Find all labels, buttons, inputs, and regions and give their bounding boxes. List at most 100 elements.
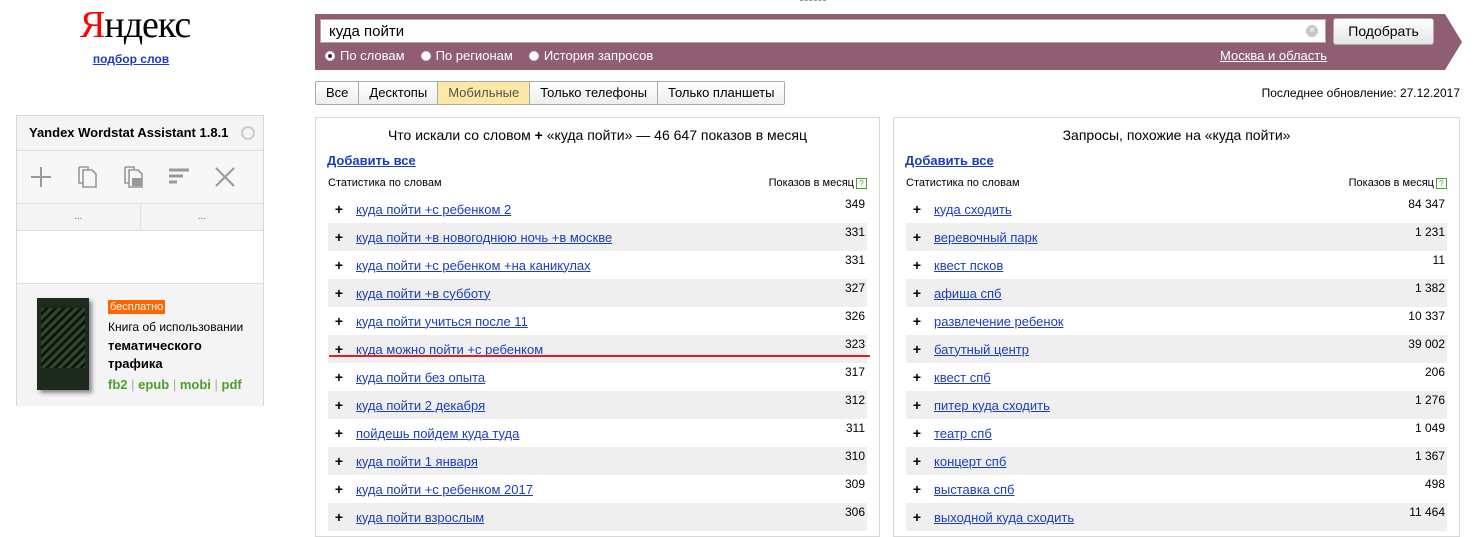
phrase-link[interactable]: куда пойти +с ребенком +на каникулах [356,258,591,273]
add-plus-icon[interactable]: + [910,509,924,525]
search-input[interactable] [320,19,1326,43]
impressions-count: 349 [844,197,865,211]
format-link-epub[interactable]: epub [138,377,169,392]
close-icon[interactable] [213,165,237,189]
add-plus-icon[interactable]: + [332,425,346,441]
phrase-link[interactable]: афиша спб [934,286,1001,301]
add-plus-icon[interactable]: + [332,229,346,245]
search-mode-radio[interactable]: По регионам [420,48,513,63]
widget-column-2[interactable]: ... [141,204,264,230]
radio-dot-icon[interactable] [325,50,335,61]
right-column-headers: Статистика по словам Показов в месяц? [906,177,1447,189]
impressions-count: 310 [844,449,865,463]
add-plus-icon[interactable]: + [910,425,924,441]
format-link-fb2[interactable]: fb2 [108,377,128,392]
phrase-link[interactable]: выходной куда сходить [934,510,1074,525]
phrase-link[interactable]: квест спб [934,370,991,385]
add-plus-icon[interactable]: + [910,341,924,357]
phrase-link[interactable]: куда сходить [934,202,1012,217]
phrase-link[interactable]: питер куда сходить [934,398,1050,413]
top-dashed-mark [800,0,826,3]
phrase-link[interactable]: куда пойти 2 декабря [356,398,485,413]
add-plus-icon[interactable]: + [332,313,346,329]
table-row: + квест псков 11 [906,251,1447,279]
phrase-link[interactable]: куда пойти 1 января [356,454,478,469]
plus-icon[interactable] [29,165,53,189]
tab-device[interactable]: Все [316,82,360,104]
similar-queries-panel: Запросы, похожие на «куда пойти» Добавит… [893,117,1460,537]
phrase-link[interactable]: куда пойти +с ребенком 2 [356,202,511,217]
add-plus-icon[interactable]: + [332,397,346,413]
add-plus-icon[interactable]: + [910,257,924,273]
clear-icon[interactable]: × [1306,25,1318,37]
logo-letter-ya: Я [80,4,105,46]
radio-dot-icon[interactable] [528,50,539,61]
yandex-logo[interactable]: Яндекс подбор слов [80,4,191,66]
help-icon[interactable]: ? [1436,177,1447,189]
table-row: + куда пойти учиться после 11 326 [328,307,867,335]
widget-title: Yandex Wordstat Assistant 1.8.1 [17,116,263,151]
format-link-pdf[interactable]: pdf [222,377,242,392]
search-mode-radio[interactable]: История запросов [528,48,653,63]
tab-device[interactable]: Десктопы [359,82,439,104]
add-plus-icon[interactable]: + [910,285,924,301]
phrase-link[interactable]: куда пойти учиться после 11 [356,314,528,329]
format-link-mobi[interactable]: mobi [180,377,211,392]
tab-device[interactable]: Только телефоны [530,82,659,104]
table-row: + куда сходить 84 347 [906,195,1447,223]
radio-label: По словам [340,48,405,63]
add-plus-icon[interactable]: + [332,257,346,273]
search-mode-radio[interactable]: По словам [325,48,405,63]
region-link[interactable]: Москва и область [1220,48,1327,63]
right-add-all-link[interactable]: Добавить все [905,153,994,168]
gear-icon[interactable] [241,126,255,140]
last-updated: Последнее обновление: 27.12.2017 [1261,86,1460,100]
phrase-link[interactable]: куда пойти взрослым [356,510,484,525]
add-plus-icon[interactable]: + [332,509,346,525]
left-col-words: Статистика по словам [328,177,442,189]
phrase-link[interactable]: квест псков [934,258,1003,273]
book-cover-image[interactable] [37,298,89,390]
tab-device[interactable]: Только планшеты [658,82,785,104]
phrase-link[interactable]: куда пойти без опыта [356,370,485,385]
add-plus-icon[interactable]: + [910,453,924,469]
phrase-link[interactable]: куда пойти +в новогоднюю ночь +в москве [356,230,612,245]
logo-text: Яндекс [80,4,191,46]
add-plus-icon[interactable]: + [910,369,924,385]
impressions-count: 39 002 [1408,337,1445,351]
add-plus-icon[interactable]: + [332,285,346,301]
add-plus-icon[interactable]: + [332,453,346,469]
phrase-link[interactable]: концерт спб [934,454,1006,469]
phrase-link[interactable]: куда пойти +с ребенком 2017 [356,482,533,497]
add-plus-icon[interactable]: + [332,201,346,217]
copy-count-icon[interactable] [121,165,145,189]
search-button[interactable]: Подобрать [1333,18,1434,45]
sort-icon[interactable] [167,165,191,189]
add-plus-icon[interactable]: + [910,481,924,497]
widget-column-1[interactable]: ... [17,204,141,230]
phrase-link[interactable]: выставка спб [934,482,1015,497]
table-row: + куда пойти +с ребенком 2017 309 [328,475,867,503]
left-add-all-link[interactable]: Добавить все [327,153,416,168]
phrase-link[interactable]: веревочный парк [934,230,1038,245]
wordstat-link[interactable]: подбор слов [80,52,182,66]
add-plus-icon[interactable]: + [910,313,924,329]
search-band-arrow [1445,14,1462,70]
radio-dot-icon[interactable] [420,50,431,61]
copy-icon[interactable] [75,165,99,189]
help-icon[interactable]: ? [856,177,867,189]
add-plus-icon[interactable]: + [910,201,924,217]
phrase-link[interactable]: пойдешь пойдем куда туда [356,426,519,441]
tab-device[interactable]: Мобильные [438,82,531,104]
phrase-link[interactable]: развлечение ребенок [934,314,1064,329]
phrase-link[interactable]: куда пойти +в субботу [356,286,490,301]
add-plus-icon[interactable]: + [910,229,924,245]
add-plus-icon[interactable]: + [332,369,346,385]
impressions-count: 1 382 [1414,281,1445,295]
impressions-count: 10 337 [1408,309,1445,323]
add-plus-icon[interactable]: + [332,481,346,497]
phrase-link[interactable]: батутный центр [934,342,1029,357]
phrase-link[interactable]: театр спб [934,426,992,441]
book-ad[interactable]: бесплатно Книга об использовании тематич… [17,284,263,406]
add-plus-icon[interactable]: + [910,397,924,413]
